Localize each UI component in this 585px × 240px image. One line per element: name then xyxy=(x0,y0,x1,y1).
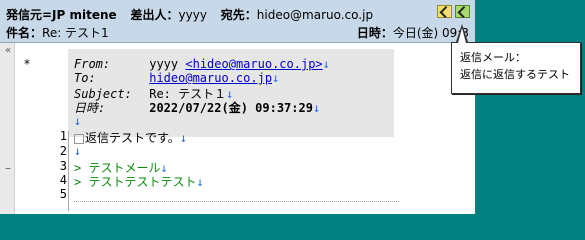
body-line[interactable]: 返信テストです。↓ xyxy=(74,129,187,146)
sender-account-label: 発信元=JP mitene xyxy=(6,8,117,22)
quote-to-label: To: xyxy=(74,71,96,85)
quote-marker: – xyxy=(5,161,11,175)
from-label: 差出人： xyxy=(130,8,179,22)
quote-from-email-link[interactable]: <hideo@maruo.co.jp> xyxy=(185,57,322,71)
reply-all-icon[interactable] xyxy=(455,5,470,19)
line-number: 5 xyxy=(59,187,67,201)
body-line[interactable]: ↓ xyxy=(74,144,81,158)
quote-from-name: yyyy xyxy=(149,57,179,71)
reply-icon[interactable] xyxy=(437,5,452,19)
quote-to-email-link[interactable]: hideo@maruo.co.jp xyxy=(149,71,272,85)
to-label: 宛先： xyxy=(220,8,257,22)
linebreak-arrow: ↓ xyxy=(312,101,321,115)
tooltip-tail-inner xyxy=(458,28,466,43)
line-number: 2 xyxy=(59,144,67,158)
header-date: 日時：今日(金) 09:3 xyxy=(357,24,469,41)
linebreak-arrow: ↓ xyxy=(272,71,280,85)
from-value[interactable]: yyyy xyxy=(179,8,207,22)
quote-to-row: To: hideo@maruo.co.jp↓ xyxy=(74,71,279,85)
mail-window: 発信元=JP mitene 差出人：yyyy 宛先：hideo@maruo.co… xyxy=(0,0,475,214)
header-row-1: 発信元=JP mitene 差出人：yyyy 宛先：hideo@maruo.co… xyxy=(6,6,383,23)
line-number-divider xyxy=(68,131,69,211)
date-label: 日時： xyxy=(356,26,393,40)
quoted-line[interactable]: > テストテストテスト↓ xyxy=(74,173,204,190)
linebreak-arrow: ↓ xyxy=(196,175,204,189)
mail-header: 発信元=JP mitene 差出人：yyyy 宛先：hideo@maruo.co… xyxy=(0,0,475,43)
quote-from-label: From: xyxy=(74,57,111,71)
line-number: 3 xyxy=(59,159,67,173)
tooltip-title: 返信メール： xyxy=(460,51,526,64)
mail-body[interactable]: « – * From: yyyy <hideo@maruo.co.jp>↓ To… xyxy=(0,43,475,214)
linebreak-arrow: ↓ xyxy=(74,144,82,158)
unread-star: * xyxy=(24,57,30,71)
quote-from-row: From: yyyy <hideo@maruo.co.jp>↓ xyxy=(74,57,330,71)
line-number: 4 xyxy=(59,173,67,187)
linebreak-arrow: ↓ xyxy=(74,114,82,128)
collapse-marker[interactable]: « xyxy=(5,45,11,56)
quote-date-row: 日時: 2022/07/22(金) 09:37:29↓ xyxy=(74,99,320,116)
tooltip-text: 返信に返信するテスト xyxy=(460,68,570,81)
to-value[interactable]: hideo@maruo.co.jp xyxy=(257,8,373,22)
linebreak-arrow: ↓ xyxy=(322,57,330,71)
body-line-text: > テストテストテスト xyxy=(74,175,197,189)
space-marker xyxy=(74,133,84,144)
left-gutter: « – xyxy=(0,43,15,214)
quote-date-label: 日時: xyxy=(74,101,106,115)
tooltip: 返信メール： 返信に返信するテスト xyxy=(451,42,581,94)
quote-end-row: ↓ xyxy=(74,114,81,128)
header-row-2: 件名：Re: テスト1 xyxy=(6,24,109,41)
body-line-text: 返信テストです。 xyxy=(85,131,180,145)
subject-label: 件名： xyxy=(6,26,43,40)
line-number: 1 xyxy=(59,129,67,143)
quote-date-value: 2022/07/22(金) 09:37:29 xyxy=(149,101,313,115)
end-of-text-divider xyxy=(74,201,399,202)
subject-value: Re: テスト1 xyxy=(42,26,109,40)
linebreak-arrow: ↓ xyxy=(179,131,188,145)
